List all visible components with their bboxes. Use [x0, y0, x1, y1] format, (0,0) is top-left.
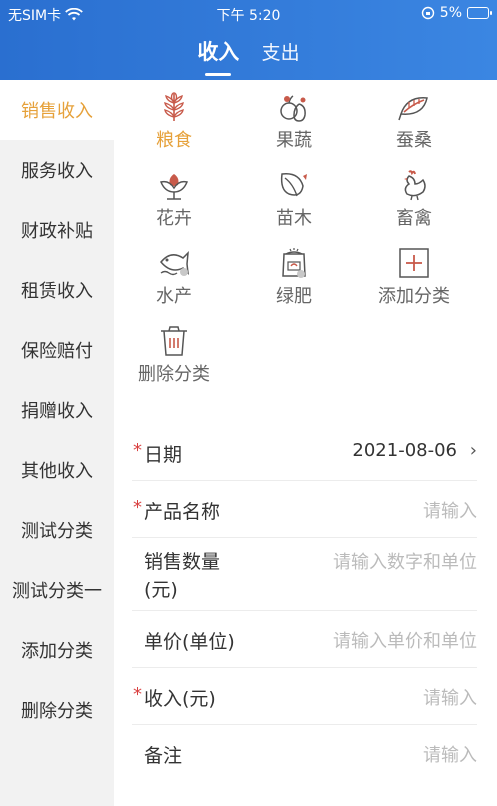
category-fertilizer[interactable]: 绿肥	[234, 246, 354, 308]
add-category-icon	[399, 248, 429, 278]
category-flower[interactable]: 花卉	[114, 168, 234, 230]
category-fruit-veg[interactable]: 果蔬	[234, 90, 354, 152]
sidebar-item-subsidy[interactable]: 财政补贴	[0, 200, 114, 260]
category-label: 苗木	[276, 208, 312, 229]
category-sidebar: 销售收入 服务收入 财政补贴 租赁收入 保险赔付 捐赠收入 其他收入 测试分类 …	[0, 80, 114, 806]
app-header: 无SIM卡 下午 5:20 5% 收入 支出	[0, 0, 497, 80]
quantity-label-line2: (元)	[144, 579, 178, 601]
product-name-input[interactable]: 请输入	[423, 497, 477, 523]
category-fish[interactable]: 水产	[114, 246, 234, 308]
category-silkworm[interactable]: 蚕桑	[354, 90, 474, 152]
category-grain[interactable]: 粮食	[114, 90, 234, 152]
category-label: 蚕桑	[396, 130, 432, 151]
date-label: 日期	[144, 444, 183, 466]
unit-price-input[interactable]: 请输入单价和单位	[333, 627, 477, 653]
grain-icon	[164, 92, 184, 121]
fish-icon	[160, 251, 189, 276]
battery-icon	[467, 7, 492, 19]
category-seedling[interactable]: 苗木	[234, 168, 354, 230]
main-panel: 粮食 果蔬 蚕桑 花卉 苗木 畜禽 水产 绿肥 添加分类 删除分类 * 日期 2…	[114, 80, 497, 806]
sidebar-item-delete-category[interactable]: 删除分类	[0, 680, 114, 740]
sidebar-item-other-income[interactable]: 其他收入	[0, 440, 114, 500]
tab-bar: 收入 支出	[0, 36, 497, 76]
date-value[interactable]: 2021-08-06	[352, 440, 457, 461]
category-label: 水产	[156, 286, 192, 307]
tab-expense[interactable]: 支出	[262, 38, 300, 65]
delete-category-icon	[161, 326, 187, 356]
product-name-row: * 产品名称 请输入	[132, 481, 477, 538]
sidebar-item-donation[interactable]: 捐赠收入	[0, 380, 114, 440]
note-label: 备注	[144, 745, 183, 767]
sidebar-item-service-income[interactable]: 服务收入	[0, 140, 114, 200]
quantity-row: 销售数量 (元) 请输入数字和单位	[132, 538, 477, 611]
fruit-veg-icon	[280, 95, 306, 122]
note-row: 备注 请输入	[132, 725, 477, 781]
category-label: 删除分类	[138, 364, 210, 385]
category-delete[interactable]: 删除分类	[114, 324, 234, 386]
category-label: 畜禽	[396, 208, 432, 229]
quantity-label: 销售数量 (元)	[144, 548, 220, 604]
category-label: 粮食	[156, 130, 192, 151]
sidebar-item-sales-income[interactable]: 销售收入	[0, 80, 114, 140]
quantity-input[interactable]: 请输入数字和单位	[333, 548, 477, 574]
sidebar-item-test-category-one[interactable]: 测试分类一	[0, 560, 114, 620]
battery-percent: 5%	[439, 5, 462, 21]
status-bar: 无SIM卡 下午 5:20 5%	[0, 0, 497, 26]
flower-icon	[159, 174, 189, 200]
fertilizer-icon	[282, 248, 306, 278]
unit-price-row: 单价(单位) 请输入单价和单位	[132, 611, 477, 668]
category-label: 添加分类	[378, 286, 450, 307]
sidebar-item-rental-income[interactable]: 租赁收入	[0, 260, 114, 320]
sidebar-item-insurance[interactable]: 保险赔付	[0, 320, 114, 380]
quantity-label-line1: 销售数量	[144, 551, 221, 573]
income-form: * 日期 2021-08-06 › * 产品名称 请输入 销售数量 (元) 请输入…	[132, 424, 477, 781]
required-mark: *	[133, 684, 142, 705]
seedling-icon	[280, 173, 307, 197]
silkworm-mulberry-icon	[398, 97, 428, 121]
note-input[interactable]: 请输入	[423, 741, 477, 767]
poultry-icon	[404, 170, 426, 201]
income-label: 收入(元)	[144, 688, 216, 710]
tab-income[interactable]: 收入	[197, 36, 239, 76]
category-poultry[interactable]: 畜禽	[354, 168, 474, 230]
category-label: 绿肥	[276, 286, 312, 307]
required-mark: *	[133, 440, 142, 461]
sidebar-item-add-category[interactable]: 添加分类	[0, 620, 114, 680]
date-row[interactable]: * 日期 2021-08-06 ›	[132, 424, 477, 481]
unit-price-label: 单价(单位)	[144, 631, 235, 653]
category-add[interactable]: 添加分类	[354, 246, 474, 308]
required-mark: *	[133, 497, 142, 518]
income-row: * 收入(元) 请输入	[132, 668, 477, 725]
product-name-label: 产品名称	[144, 501, 221, 523]
category-label: 果蔬	[276, 130, 312, 151]
category-label: 花卉	[156, 208, 192, 229]
orientation-lock-icon	[421, 6, 434, 20]
income-input[interactable]: 请输入	[423, 684, 477, 710]
sidebar-item-test-category[interactable]: 测试分类	[0, 500, 114, 560]
chevron-right-icon: ›	[469, 440, 477, 461]
